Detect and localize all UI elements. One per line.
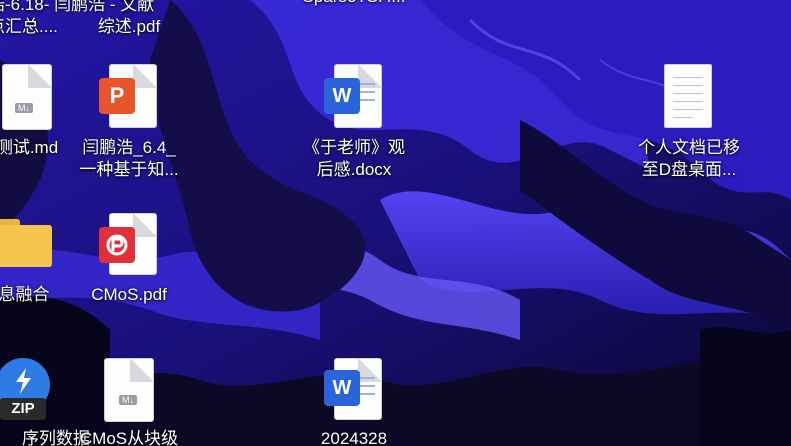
word-badge: W bbox=[324, 370, 360, 406]
markdown-badge: M↓ bbox=[119, 395, 137, 405]
icon-label-line1: 个人文档已移 bbox=[638, 138, 740, 157]
pdf-badge bbox=[99, 227, 135, 263]
folder-icon bbox=[0, 213, 54, 273]
word-file-icon: W bbox=[324, 64, 384, 130]
word-badge: W bbox=[324, 78, 360, 114]
icon-label-line2: 后感.docx bbox=[316, 160, 392, 179]
markdown-badge: M↓ bbox=[15, 103, 33, 113]
icon-label: CMoS.pdf bbox=[91, 285, 167, 304]
pdf-file-icon bbox=[99, 213, 159, 277]
icon-label-line2: 综述.pdf bbox=[97, 17, 161, 36]
zip-badge: ZIP bbox=[0, 398, 46, 420]
powerpoint-file-icon: P bbox=[99, 64, 159, 130]
icon-label-line1: 《于老师》观 bbox=[303, 138, 405, 157]
icon-label-line1: 浩-6.18- 闫鹏浩 - 文献 bbox=[0, 0, 155, 14]
icon-label-line1: 闫鹏浩_6.4_ bbox=[82, 138, 176, 157]
icon-label-line2: 点汇总.... bbox=[0, 17, 58, 36]
desktop: 浩-6.18- 闫鹏浩 - 文献 点汇总.... 综述.pdf SparseTS… bbox=[0, 0, 791, 446]
markdown-file-icon: M↓ bbox=[2, 64, 52, 130]
icon-label: 2024328 bbox=[320, 429, 388, 446]
text-file-icon bbox=[664, 64, 714, 130]
markdown-file-icon: M↓ bbox=[104, 358, 154, 424]
powerpoint-badge: P bbox=[99, 78, 135, 114]
icon-label-line2: 至D盘桌面... bbox=[641, 160, 737, 179]
zip-archive-icon: ZIP bbox=[0, 358, 54, 424]
icon-label: CMoS从块级 bbox=[79, 429, 179, 446]
icon-label-line2: 一种基于知... bbox=[79, 160, 179, 179]
icon-label-line1: SparseTSF.... bbox=[295, 0, 413, 8]
word-file-icon: W bbox=[324, 358, 384, 424]
